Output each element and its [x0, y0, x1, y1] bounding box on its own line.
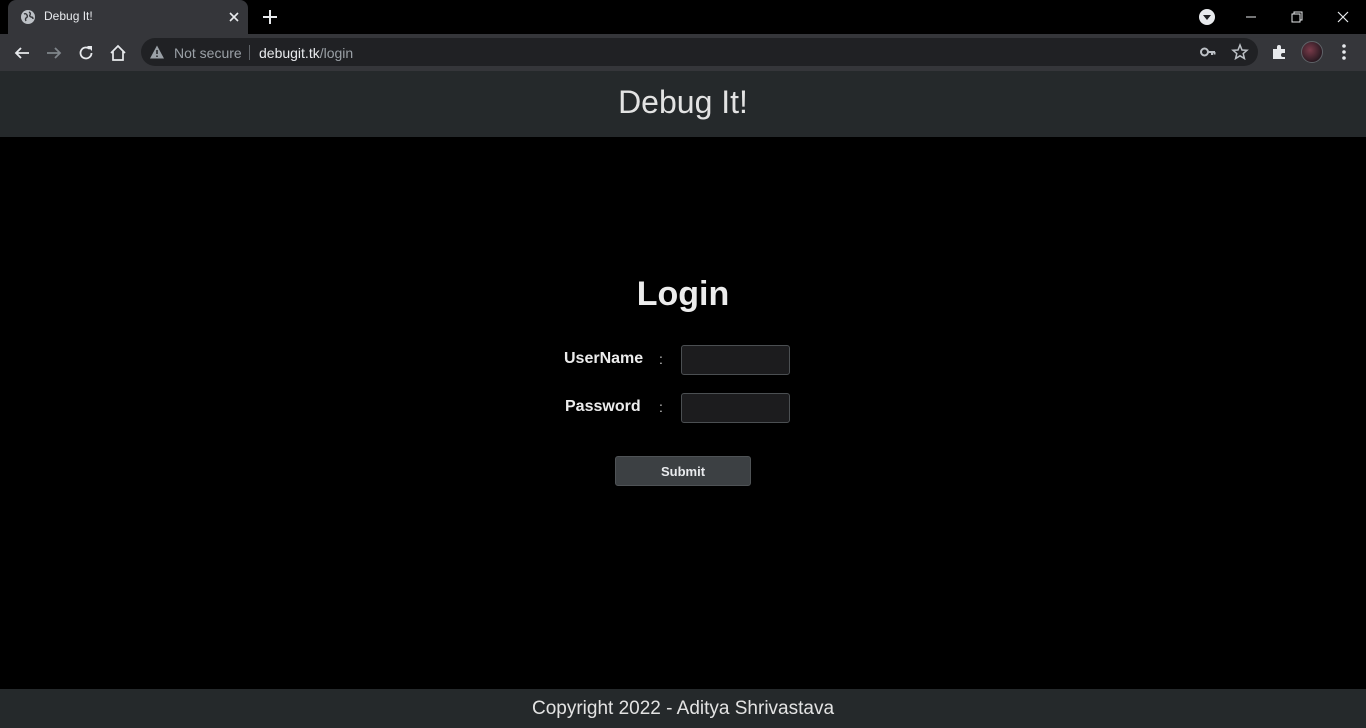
arrow-left-icon [14, 47, 29, 59]
home-icon [110, 44, 126, 61]
puzzle-icon[interactable] [1270, 42, 1290, 62]
browser-chrome: Debug It! Not secure debugit.tk/login [0, 0, 1366, 71]
close-icon [1337, 11, 1349, 23]
globe-icon [21, 10, 35, 24]
restore-icon [1291, 11, 1303, 23]
url-text[interactable]: debugit.tk/login [259, 45, 353, 61]
close-tab-icon[interactable] [226, 9, 242, 25]
new-tab-icon[interactable] [260, 7, 280, 27]
site-header: Debug It! [0, 71, 1366, 137]
omnibox-divider [249, 45, 250, 60]
home-button[interactable] [104, 39, 132, 67]
tab-title: Debug It! [44, 9, 93, 23]
tab-search-icon[interactable] [1198, 8, 1216, 26]
reload-icon [79, 46, 93, 60]
login-heading: Login [636, 275, 730, 313]
restore-button[interactable] [1274, 0, 1320, 34]
star-icon[interactable] [1231, 43, 1249, 61]
tab-strip: Debug It! [0, 0, 1366, 34]
arrow-right-icon [47, 47, 62, 59]
password-label: Password [565, 398, 641, 415]
forward-button[interactable] [40, 39, 68, 67]
minimize-button[interactable] [1228, 0, 1274, 34]
username-colon: : [659, 351, 663, 367]
warning-icon[interactable] [149, 44, 165, 60]
reload-button[interactable] [72, 39, 100, 67]
browser-toolbar: Not secure debugit.tk/login [0, 34, 1366, 71]
tab-debug-it[interactable]: Debug It! [8, 0, 248, 34]
url-host: debugit.tk [259, 45, 320, 61]
site-title: Debug It! [618, 83, 748, 120]
security-label[interactable]: Not secure [174, 45, 242, 61]
minimize-icon [1246, 16, 1256, 18]
more-vert-icon[interactable] [1336, 41, 1352, 63]
main-content: Login UserName : Password : Submit [0, 137, 1366, 689]
copyright-text: Copyright 2022 - Aditya Shrivastava [531, 697, 835, 719]
back-button[interactable] [8, 39, 36, 67]
key-icon[interactable] [1199, 43, 1217, 61]
close-window-button[interactable] [1320, 0, 1366, 34]
url-path: /login [319, 45, 354, 61]
site-footer: Copyright 2022 - Aditya Shrivastava [0, 689, 1366, 728]
username-input[interactable] [681, 345, 790, 375]
password-colon: : [659, 399, 663, 415]
username-label: UserName [564, 350, 644, 367]
submit-button[interactable]: Submit [615, 456, 751, 486]
profile-avatar[interactable] [1301, 41, 1323, 63]
address-bar[interactable]: Not secure debugit.tk/login [141, 38, 1258, 66]
password-input[interactable] [681, 393, 790, 423]
